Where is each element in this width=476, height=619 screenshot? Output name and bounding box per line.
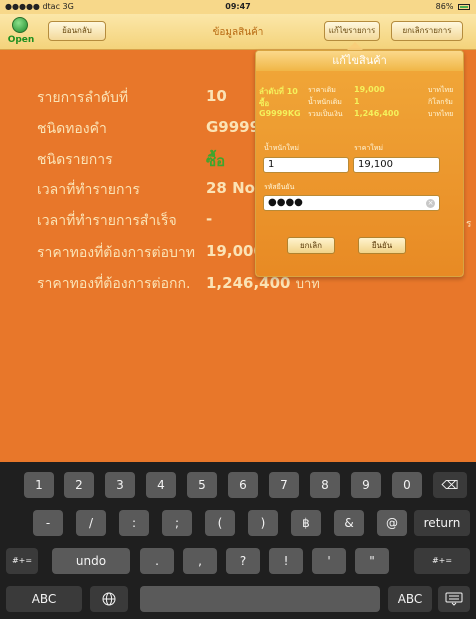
detail-value: -	[206, 210, 213, 228]
truncated-text: ร	[466, 219, 472, 230]
globe-icon[interactable]	[90, 586, 128, 612]
price-per-kg-unit: บาท	[295, 277, 320, 292]
key-apostrophe[interactable]: '	[312, 548, 346, 574]
detail-value: ซื้อ	[206, 152, 226, 170]
popover-arrow	[347, 42, 363, 50]
more-symbols-key-right[interactable]: #+=	[414, 548, 470, 574]
key-exclamation[interactable]: !	[269, 548, 303, 574]
key-close-paren[interactable]: )	[248, 510, 278, 536]
back-button[interactable]: ย้อนกลับ	[48, 21, 106, 41]
old-weight-value: 1	[354, 97, 360, 106]
detail-label: ชนิดทองคำ	[37, 121, 107, 137]
key-comma[interactable]: ,	[183, 548, 217, 574]
key-4[interactable]: 4	[146, 472, 176, 498]
key-colon[interactable]: :	[119, 510, 149, 536]
open-label: Open	[7, 35, 35, 45]
key-at[interactable]: @	[377, 510, 407, 536]
key-2[interactable]: 2	[64, 472, 94, 498]
detail-label: รายการลำดับที่	[37, 90, 129, 106]
edit-order-button[interactable]: แก้ไขรายการ	[324, 21, 380, 41]
key-3[interactable]: 3	[105, 472, 135, 498]
pin-label: รหัสยืนยัน	[264, 183, 295, 191]
cancel-edit-button[interactable]: ยกเลิก	[287, 237, 335, 254]
new-price-label: ราคาใหม่	[354, 144, 383, 152]
undo-key[interactable]: undo	[52, 548, 130, 574]
detail-value: G9999	[206, 118, 261, 136]
new-weight-input[interactable]: 1	[263, 157, 349, 173]
globe-icon-svg	[102, 592, 116, 606]
open-status-button[interactable]: Open	[6, 16, 36, 48]
detail-label: ราคาทองที่ต้องการต่อบาท	[37, 245, 195, 261]
popover-body: ลำดับที่ 10 ราคาเดิม 19,000 บาทไทย ซื้อ …	[256, 71, 463, 276]
popover-title: แก้ไขสินค้า	[256, 51, 463, 71]
key-period[interactable]: .	[140, 548, 174, 574]
key-5[interactable]: 5	[187, 472, 217, 498]
market-open-icon	[12, 17, 28, 33]
key-0[interactable]: 0	[392, 472, 422, 498]
edit-product-popover: แก้ไขสินค้า ลำดับที่ 10 ราคาเดิม 19,000 …	[255, 50, 464, 277]
old-weight-label: น้ำหนักเดิม	[308, 98, 342, 106]
product-code-value: G9999KG	[259, 109, 301, 118]
old-weight-unit: กิโลกรัม	[428, 98, 453, 106]
onscreen-keyboard: 1 2 3 4 5 6 7 8 9 0 ⌫ - / : ; ( ) ฿ & @ …	[0, 462, 476, 619]
hide-keyboard-icon[interactable]	[438, 586, 470, 612]
key-ampersand[interactable]: &	[334, 510, 364, 536]
key-quote[interactable]: "	[355, 548, 389, 574]
pin-masked-value: ●●●●	[268, 197, 303, 208]
detail-label: ชนิดรายการ	[37, 152, 113, 168]
space-bar[interactable]	[140, 586, 380, 612]
old-price-label: ราคาเดิม	[308, 86, 336, 94]
key-slash[interactable]: /	[76, 510, 106, 536]
key-7[interactable]: 7	[269, 472, 299, 498]
pin-input[interactable]: ●●●● ×	[263, 195, 440, 211]
keyboard-icon-svg	[445, 592, 463, 606]
new-weight-label: น้ำหนักใหม่	[264, 144, 299, 152]
detail-label: เวลาที่ทำรายการสำเร็จ	[37, 213, 177, 229]
more-symbols-key-left[interactable]: #+=	[6, 548, 38, 574]
clear-icon[interactable]: ×	[426, 199, 435, 208]
nav-bar: Open ย้อนกลับ ข้อมูลสินค้า แก้ไขรายการ ย…	[0, 14, 476, 50]
battery-icon	[458, 3, 470, 10]
key-8[interactable]: 8	[310, 472, 340, 498]
battery-percent: 86%	[435, 2, 454, 11]
abc-key-left[interactable]: ABC	[6, 586, 82, 612]
key-baht[interactable]: ฿	[291, 510, 321, 536]
return-key[interactable]: return	[414, 510, 470, 536]
key-1[interactable]: 1	[24, 472, 54, 498]
key-semicolon[interactable]: ;	[162, 510, 192, 536]
key-question[interactable]: ?	[226, 548, 260, 574]
detail-label: เวลาที่ทำรายการ	[37, 182, 140, 198]
abc-key-right[interactable]: ABC	[388, 586, 432, 612]
key-9[interactable]: 9	[351, 472, 381, 498]
key-6[interactable]: 6	[228, 472, 258, 498]
old-price-unit: บาทไทย	[428, 86, 454, 94]
total-unit: บาทไทย	[428, 110, 454, 118]
clock: 09:47	[225, 2, 251, 11]
confirm-edit-button[interactable]: ยืนยัน	[358, 237, 406, 254]
backspace-icon[interactable]: ⌫	[433, 472, 467, 498]
detail-value: 10	[206, 87, 227, 105]
total-value: 1,246,400	[354, 109, 400, 118]
status-bar: ●●●●● dtac 3G 09:47 86%	[0, 0, 476, 14]
total-label: รวมเป็นเงิน	[308, 110, 343, 118]
old-price-value: 19,000	[354, 85, 385, 94]
key-dash[interactable]: -	[33, 510, 63, 536]
cancel-order-button[interactable]: ยกเลิกรายการ	[391, 21, 463, 41]
key-open-paren[interactable]: (	[205, 510, 235, 536]
new-price-input[interactable]: 19,100	[353, 157, 440, 173]
battery-indicator: 86%	[436, 2, 470, 11]
detail-label: ราคาทองที่ต้องการต่อกก.	[37, 276, 191, 292]
